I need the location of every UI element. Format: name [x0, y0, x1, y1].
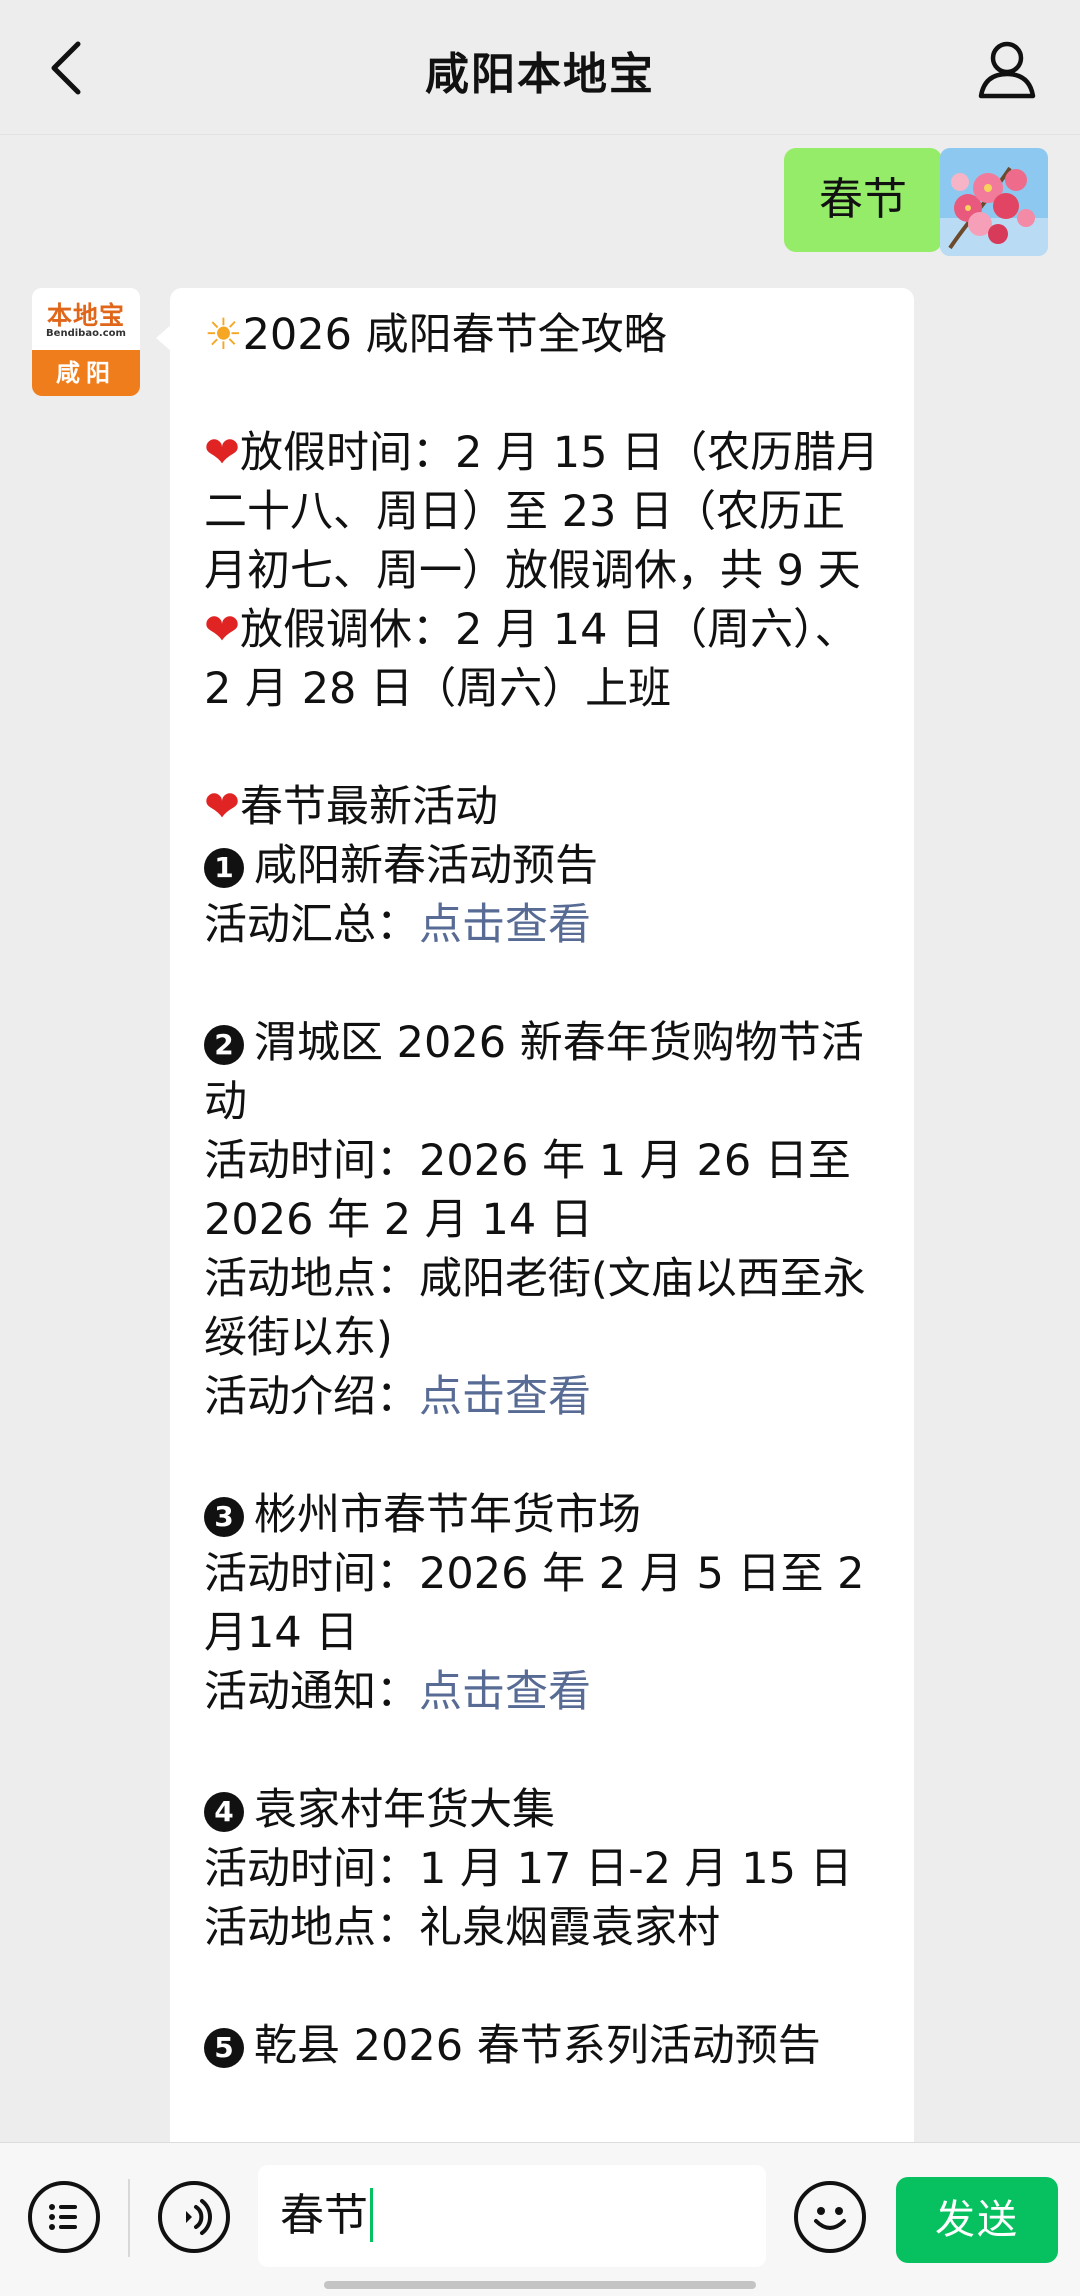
holiday-line: ❤放假时间：2 月 15 日（农历腊月二十八、周日）至 23 日（农历正月初七、… — [204, 424, 884, 601]
number-5-icon: 5 — [204, 2028, 244, 2068]
activity-5-title: 乾县 2026 春节系列活动预告 — [254, 2021, 821, 2071]
activity-2-intro-line: 活动介绍：点击查看 — [204, 1368, 884, 1427]
activity-3-time: 活动时间：2026 年 2 月 5 日至 2 月14 日 — [204, 1549, 879, 1658]
activity-1-summary-line: 活动汇总：点击查看 — [204, 896, 884, 955]
activity-4-title: 袁家村年货大集 — [254, 1785, 555, 1835]
activity-3-link[interactable]: 点击查看 — [419, 1667, 591, 1717]
number-3-icon: 3 — [204, 1497, 244, 1537]
guide-title-line: ☀2026 咸阳春节全攻略 — [204, 306, 884, 365]
voice-icon[interactable] — [158, 2181, 230, 2253]
page-title: 咸阳本地宝 — [425, 49, 655, 100]
avatar-logo-top: 本地宝 Bendibao.com — [32, 288, 140, 350]
number-4-icon: 4 — [204, 1792, 244, 1832]
avatar-brand: 本地宝 — [46, 301, 125, 330]
makeup-label: 放假调休： — [240, 605, 456, 655]
guide-title: 2026 咸阳春节全攻略 — [242, 310, 667, 360]
activity-2-place: 活动地点：咸阳老街(文庙以西至永绥街以东) — [204, 1254, 866, 1363]
holiday-label: 放假时间： — [240, 428, 456, 478]
send-button[interactable]: 发送 — [896, 2177, 1058, 2263]
activity-4-place: 活动地点：礼泉烟霞袁家村 — [204, 1903, 720, 1953]
activity-3-notice-label: 活动通知： — [204, 1667, 419, 1717]
avatar-city: 咸阳 — [32, 350, 140, 396]
heart-icon: ❤ — [204, 782, 241, 832]
chat-area[interactable]: 春节 本地宝 Bendibao.com 咸阳 ☀2026 咸阳春节全攻略 ❤放假… — [0, 134, 1080, 2142]
text-caret — [370, 2188, 373, 2242]
activity-3-title: 彬州市春节年货市场 — [254, 1490, 641, 1540]
user-message-bubble[interactable]: 春节 — [784, 148, 956, 252]
number-2-icon: 2 — [204, 1025, 244, 1065]
header-bar: 咸阳本地宝 — [0, 0, 1080, 135]
person-icon[interactable] — [972, 34, 1042, 104]
number-1-icon: 1 — [204, 848, 244, 888]
activity-3-title-line: 3 彬州市春节年货市场 — [204, 1486, 884, 1545]
activity-1-link[interactable]: 点击查看 — [419, 900, 591, 950]
makeup-line: ❤放假调休：2 月 14 日（周六）、2 月 28 日（周六）上班 — [204, 601, 884, 719]
activity-2-title-line: 2 渭城区 2026 新春年货购物节活动 — [204, 1014, 884, 1132]
activity-4-time: 活动时间：1 月 17 日-2 月 15 日 — [204, 1844, 853, 1894]
user-avatar[interactable] — [940, 148, 1048, 256]
activity-2-title: 渭城区 2026 新春年货购物节活动 — [204, 1018, 864, 1127]
message-input[interactable]: 春节 — [258, 2165, 766, 2267]
official-account-avatar[interactable]: 本地宝 Bendibao.com 咸阳 — [32, 288, 140, 396]
list-menu-icon[interactable] — [28, 2181, 100, 2253]
emoji-icon[interactable] — [794, 2181, 866, 2253]
activity-2-link[interactable]: 点击查看 — [419, 1372, 591, 1422]
activity-1-title-line: 1 咸阳新春活动预告 — [204, 837, 884, 896]
activity-2-intro-label: 活动介绍： — [204, 1372, 419, 1422]
activity-3-notice-line: 活动通知：点击查看 — [204, 1663, 884, 1722]
activity-1-title: 咸阳新春活动预告 — [254, 841, 598, 891]
activity-5-title-line: 5 乾县 2026 春节系列活动预告 — [204, 2017, 884, 2076]
heart-icon: ❤ — [204, 428, 241, 478]
bot-message-bubble[interactable]: ☀2026 咸阳春节全攻略 ❤放假时间：2 月 15 日（农历腊月二十八、周日）… — [156, 288, 914, 2142]
activity-4-title-line: 4 袁家村年货大集 — [204, 1781, 884, 1840]
avatar-domain: Bendibao.com — [46, 328, 126, 339]
message-input-value: 春节 — [280, 2190, 368, 2241]
activity-1-summary-label: 活动汇总： — [204, 900, 419, 950]
input-bar: 春节 发送 — [0, 2142, 1080, 2296]
home-indicator[interactable] — [324, 2281, 756, 2289]
sun-icon: ☀ — [204, 310, 243, 360]
divider — [128, 2179, 130, 2257]
activities-title: 春节最新活动 — [240, 782, 499, 832]
activities-heading: ❤春节最新活动 — [204, 778, 884, 837]
activity-2-time: 活动时间：2026 年 1 月 26 日至 2026 年 2 月 14 日 — [204, 1136, 865, 1245]
heart-icon: ❤ — [204, 605, 241, 655]
